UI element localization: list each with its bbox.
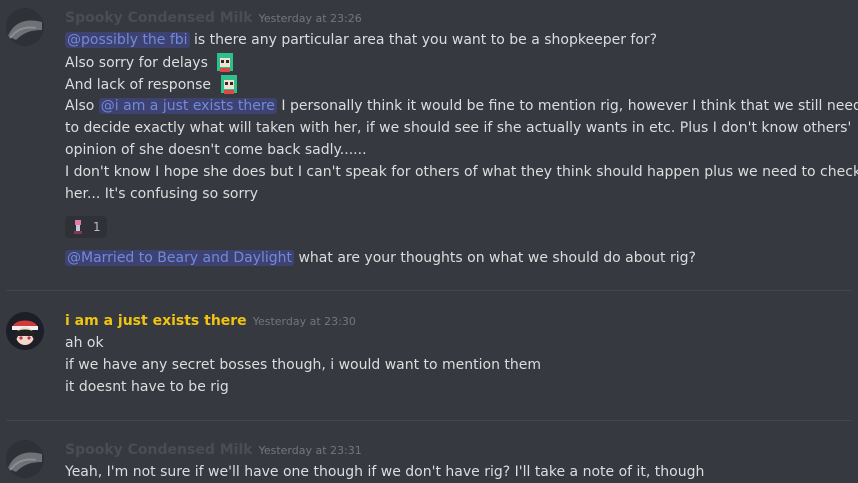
message-text: is there any particular area that you wa… [189,32,658,48]
timestamp: Yesterday at 23:26 [258,12,362,25]
message-line: if we have any secret bosses though, i w… [65,357,542,373]
pink-character-emoji-icon [74,220,82,234]
message-line: @Married to Beary and Daylight what are … [65,247,696,269]
message-text: Also sorry for delays [65,55,208,71]
message-header: Spooky Condensed Milk Yesterday at 23:26 [65,10,362,26]
user-mention[interactable]: @i am a just exists there [98,98,277,114]
message-text: what are your thoughts on what we should… [294,250,696,266]
message-line: Yeah, I'm not sure if we'll have one tho… [65,464,705,480]
message-line: Also sorry for delays [65,51,236,74]
anime-girl-emoji-icon[interactable] [214,51,236,73]
message-text: I personally think it would be fine to m… [276,98,858,114]
anime-avatar-icon [6,312,44,350]
message-line: @possibly the fbi is there any particula… [65,29,657,51]
message-divider [6,290,852,291]
username[interactable]: Spooky Condensed Milk [65,10,253,26]
avatar[interactable] [6,8,44,46]
avatar[interactable] [6,312,44,350]
message-line: I don't know I hope she does but I can't… [65,164,858,180]
message-line: Also @i am a just exists there I persona… [65,95,858,117]
message-header: Spooky Condensed Milk Yesterday at 23:31 [65,442,362,458]
user-mention[interactable]: @Married to Beary and Daylight [65,250,295,266]
username[interactable]: i am a just exists there [65,313,247,329]
username[interactable]: Spooky Condensed Milk [65,442,253,458]
message-text: Also [65,98,99,114]
message-line: it doesnt have to be rig [65,379,229,395]
message-line: her... It's confusing so sorry [65,186,259,202]
message-line: to decide exactly what will taken with h… [65,120,852,136]
timestamp: Yesterday at 23:31 [258,444,362,457]
message-line: And lack of response [65,73,240,96]
avatar[interactable] [6,440,44,478]
reaction-count: 1 [93,220,101,234]
reaction-button[interactable]: 1 [65,216,107,238]
anime-girl-emoji-icon[interactable] [218,73,240,95]
hand-avatar-icon [6,8,44,46]
message-divider [6,420,852,421]
timestamp: Yesterday at 23:30 [252,315,356,328]
message-line: opinion of she doesn't come back sadly..… [65,142,367,158]
message-text: And lack of response [65,77,212,93]
hand-avatar-icon [6,440,44,478]
message-header: i am a just exists there Yesterday at 23:… [65,313,356,329]
message-line: ah ok [65,335,104,351]
user-mention[interactable]: @possibly the fbi [65,32,190,48]
